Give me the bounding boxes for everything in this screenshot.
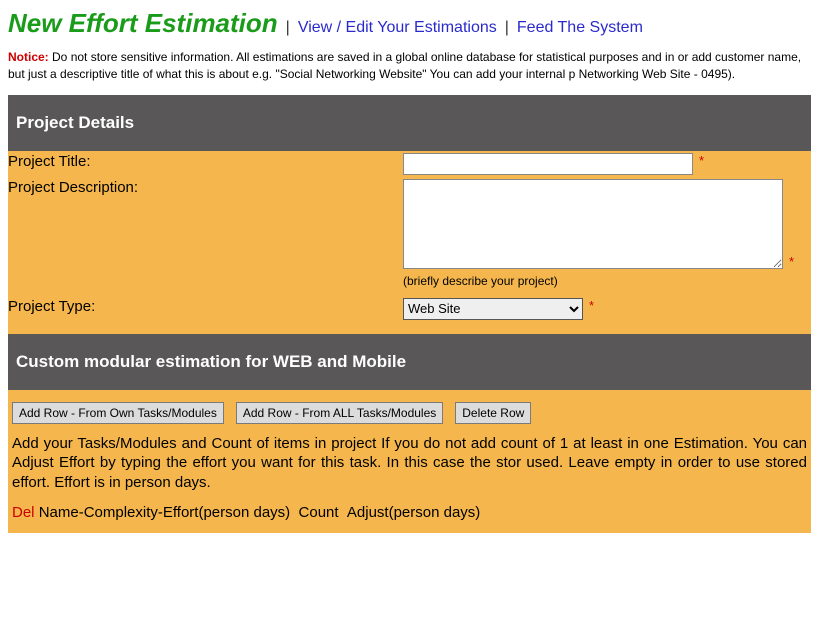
separator: | (286, 19, 290, 37)
add-row-all-button[interactable]: Add Row - From ALL Tasks/Modules (236, 402, 443, 424)
required-marker: * (589, 298, 594, 313)
custom-modular-heading: Custom modular estimation for WEB and Mo… (8, 334, 811, 390)
button-row: Add Row - From Own Tasks/Modules Add Row… (8, 390, 811, 434)
col-name: Name-Complexity-Effort(person days) (39, 504, 290, 521)
feed-system-link[interactable]: Feed The System (517, 19, 643, 37)
project-title-label: Project Title: (8, 153, 403, 170)
notice-block: Notice: Do not store sensitive informati… (8, 49, 811, 83)
project-type-select[interactable]: Web Site (403, 298, 583, 320)
project-description-label: Project Description: (8, 179, 403, 196)
custom-modular-section: Add Row - From Own Tasks/Modules Add Row… (8, 390, 811, 534)
project-description-textarea[interactable] (403, 179, 783, 269)
notice-label: Notice: (8, 50, 49, 64)
view-edit-link[interactable]: View / Edit Your Estimations (298, 19, 497, 37)
col-count: Count (299, 504, 339, 521)
required-marker: * (789, 254, 794, 269)
notice-text: Do not store sensitive information. All … (8, 50, 801, 81)
delete-row-button[interactable]: Delete Row (455, 402, 531, 424)
separator: | (505, 19, 509, 37)
col-adjust: Adjust(person days) (347, 504, 480, 521)
required-marker: * (699, 153, 704, 168)
project-type-label: Project Type: (8, 298, 403, 315)
project-title-input[interactable] (403, 153, 693, 175)
col-del: Del (12, 504, 35, 521)
description-hint: (briefly describe your project) (403, 274, 811, 288)
page-title: New Effort Estimation (8, 8, 278, 39)
header-bar: New Effort Estimation | View / Edit Your… (8, 8, 811, 39)
add-row-own-button[interactable]: Add Row - From Own Tasks/Modules (12, 402, 224, 424)
modular-help-text: Add your Tasks/Modules and Count of item… (8, 434, 811, 505)
table-header-row: Del Name-Complexity-Effort(person days) … (8, 504, 811, 521)
project-details-heading: Project Details (8, 95, 811, 151)
project-details-section: Project Title: * Project Description: * … (8, 151, 811, 334)
